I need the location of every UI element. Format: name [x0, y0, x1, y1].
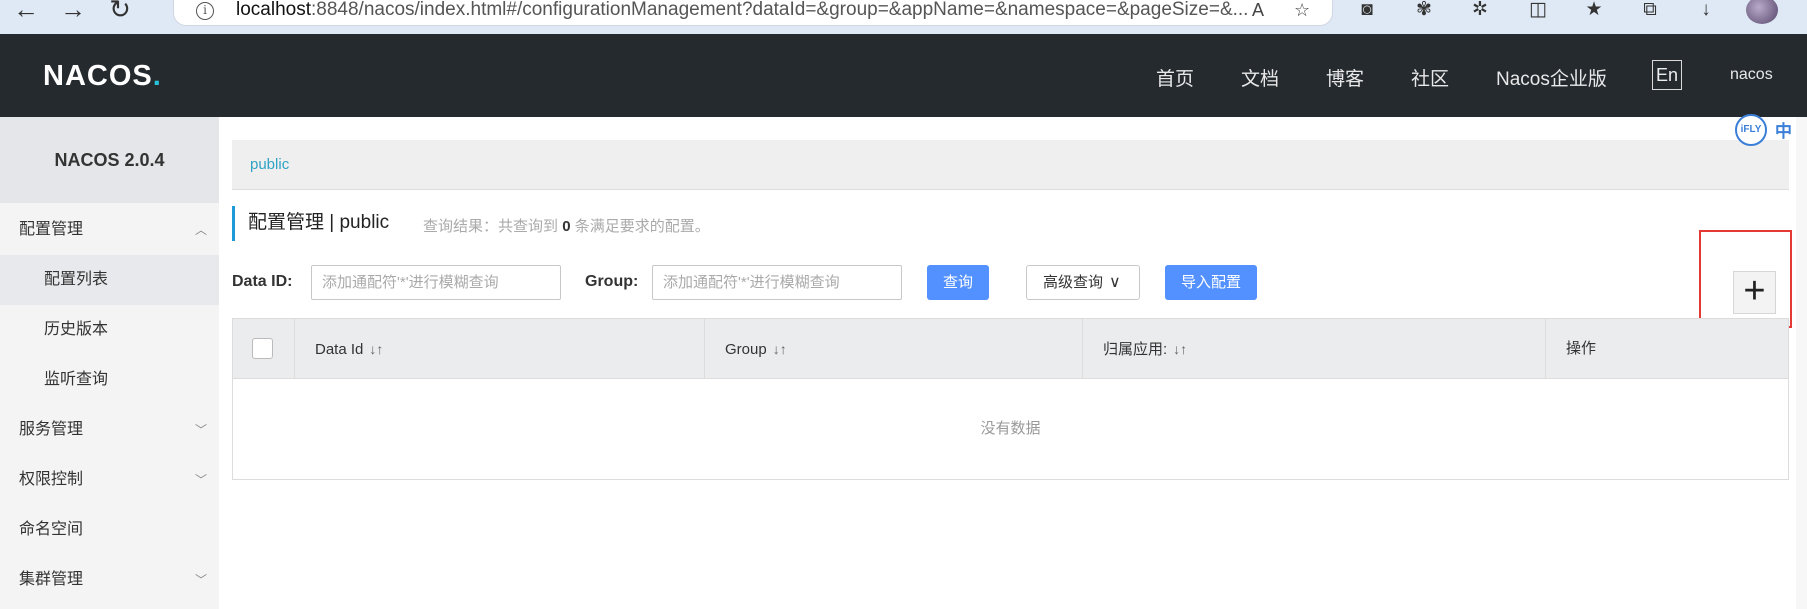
extension-icon[interactable]: ✾: [1410, 0, 1438, 22]
collections-icon[interactable]: ⧉: [1636, 0, 1664, 22]
dataid-input[interactable]: [311, 265, 561, 300]
favorites-icon[interactable]: ★: [1580, 0, 1608, 22]
ifly-badge[interactable]: iFLY: [1735, 114, 1767, 146]
config-table: Data Id ↓↑ Group ↓↑ 归属应用: ↓↑ 操作 没有数据: [232, 318, 1789, 480]
group-label: Group:: [585, 273, 639, 290]
sidebar-item-config-list[interactable]: 配置列表: [0, 255, 219, 305]
nav-home[interactable]: 首页: [1156, 64, 1194, 91]
column-data-id[interactable]: Data Id ↓↑: [295, 319, 705, 379]
chevron-down-icon: ﹀: [195, 573, 208, 587]
browser-toolbar: ← → ↻ i localhost:8848/nacos/index.html#…: [0, 0, 1807, 34]
user-name[interactable]: nacos: [1730, 66, 1773, 84]
sidebar-item-listener-query[interactable]: 监听查询: [0, 355, 219, 405]
table-header: Data Id ↓↑ Group ↓↑ 归属应用: ↓↑ 操作: [233, 319, 1788, 379]
back-icon[interactable]: ←: [9, 0, 43, 22]
sidebar: NACOS 2.0.4 配置管理 ︿ 配置列表 历史版本 监听查询 服务管理 ﹀…: [0, 117, 219, 609]
page-title: 配置管理 | public 查询结果：共查询到 0 条满足要求的配置。: [232, 206, 710, 241]
chevron-down-icon: ∨: [1109, 274, 1121, 291]
scrollbar[interactable]: [1796, 117, 1807, 609]
nav-blog[interactable]: 博客: [1326, 64, 1364, 91]
select-all-checkbox[interactable]: [252, 338, 273, 359]
sidebar-item-cluster-management[interactable]: 集群管理 ﹀: [0, 555, 219, 605]
app-header: NACOS. 首页 文档 博客 社区 Nacos企业版 En nacos: [0, 34, 1807, 117]
import-config-button[interactable]: 导入配置: [1165, 265, 1257, 300]
query-button[interactable]: 查询: [927, 265, 989, 300]
column-group[interactable]: Group ↓↑: [705, 319, 1083, 379]
dataid-label: Data ID:: [232, 273, 293, 290]
add-config-button[interactable]: +: [1733, 271, 1776, 314]
namespace-link-public[interactable]: public: [250, 156, 289, 173]
column-actions: 操作: [1566, 340, 1597, 357]
extension-icon[interactable]: ◙: [1353, 0, 1381, 22]
chevron-down-icon: ﹀: [195, 423, 208, 437]
version-label: NACOS 2.0.4: [0, 117, 219, 203]
chevron-down-icon: ﹀: [195, 473, 208, 487]
sort-icon[interactable]: ↓↑: [1173, 341, 1187, 357]
read-aloud-icon[interactable]: A: [1252, 0, 1264, 20]
site-info-icon[interactable]: i: [196, 2, 214, 20]
sidebar-item-access-control[interactable]: 权限控制 ﹀: [0, 455, 219, 505]
nav-community[interactable]: 社区: [1411, 64, 1449, 91]
advanced-query-button[interactable]: 高级查询 ∨: [1026, 265, 1140, 300]
extensions-puzzle-icon[interactable]: ✲: [1466, 0, 1494, 22]
forward-icon[interactable]: →: [56, 0, 90, 22]
column-app[interactable]: 归属应用: ↓↑: [1083, 319, 1546, 379]
sidebar-item-history[interactable]: 历史版本: [0, 305, 219, 355]
select-all-cell: [233, 319, 295, 379]
nav-docs[interactable]: 文档: [1241, 64, 1279, 91]
query-result-hint: 查询结果：共查询到 0 条满足要求的配置。: [423, 218, 710, 235]
url-text[interactable]: localhost:8848/nacos/index.html#/configu…: [236, 0, 1248, 20]
sidebar-item-namespace[interactable]: 命名空间: [0, 505, 219, 555]
sort-icon[interactable]: ↓↑: [773, 341, 787, 357]
avatar[interactable]: [1746, 0, 1778, 24]
sort-icon[interactable]: ↓↑: [369, 341, 383, 357]
refresh-icon[interactable]: ↻: [103, 0, 137, 22]
group-input[interactable]: [652, 265, 902, 300]
split-screen-icon[interactable]: ◫: [1524, 0, 1552, 22]
address-bar[interactable]: i localhost:8848/nacos/index.html#/confi…: [173, 0, 1333, 26]
language-switch[interactable]: En: [1652, 60, 1682, 90]
chevron-up-icon: ︿: [195, 223, 208, 237]
nacos-logo[interactable]: NACOS.: [43, 60, 162, 93]
download-icon[interactable]: ↓: [1692, 0, 1720, 22]
namespace-bar: public: [232, 140, 1789, 190]
sidebar-item-config-management[interactable]: 配置管理 ︿: [0, 205, 219, 255]
nav-enterprise[interactable]: Nacos企业版: [1496, 64, 1607, 91]
favorite-add-icon[interactable]: ☆: [1294, 0, 1310, 20]
sidebar-item-service-management[interactable]: 服务管理 ﹀: [0, 405, 219, 455]
empty-state: 没有数据: [980, 420, 1041, 437]
input-language-indicator[interactable]: 中: [1775, 117, 1792, 142]
